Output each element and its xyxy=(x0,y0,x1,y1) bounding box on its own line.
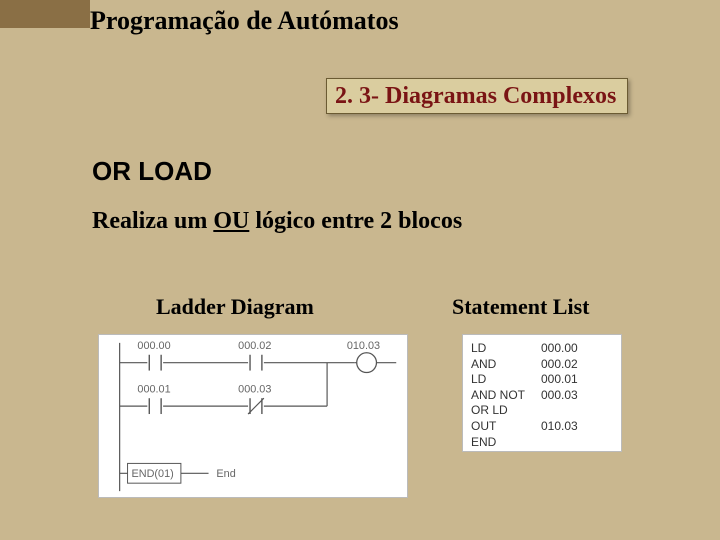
stmt-op: LD xyxy=(471,341,541,357)
section-box: 2. 3- Diagramas Complexos xyxy=(326,78,628,114)
desc-underlined: OU xyxy=(213,208,249,234)
desc-post: lógico entre 2 blocos xyxy=(249,208,462,234)
list-item: LD000.00 xyxy=(471,341,613,357)
list-item: OUT010.03 xyxy=(471,419,613,435)
list-item: END xyxy=(471,435,613,451)
corner-tab xyxy=(0,0,90,28)
stmt-op: AND NOT xyxy=(471,388,541,404)
column-header-statement: Statement List xyxy=(452,294,589,320)
end-label: End xyxy=(216,468,235,480)
stmt-op: AND xyxy=(471,357,541,373)
stmt-arg: 000.03 xyxy=(541,388,578,404)
stmt-op: LD xyxy=(471,372,541,388)
list-item: OR LD xyxy=(471,403,613,419)
contact-c4-label: 000.03 xyxy=(238,383,271,395)
page-title: Programação de Autómatos xyxy=(90,6,399,36)
column-header-ladder: Ladder Diagram xyxy=(156,294,314,320)
description: Realiza um OU lógico entre 2 blocos xyxy=(92,208,462,235)
list-item: AND NOT000.03 xyxy=(471,388,613,404)
contact-c1-label: 000.00 xyxy=(137,340,170,352)
stmt-op: OR LD xyxy=(471,403,541,419)
stmt-arg: 000.02 xyxy=(541,357,578,373)
desc-pre: Realiza um xyxy=(92,208,213,234)
output-label: 010.03 xyxy=(347,340,380,352)
stmt-arg: 000.01 xyxy=(541,372,578,388)
stmt-arg: 010.03 xyxy=(541,419,578,435)
stmt-arg: 000.00 xyxy=(541,341,578,357)
statement-list: LD000.00 AND000.02 LD000.01 AND NOT000.0… xyxy=(462,334,622,452)
end-block-label: END(01) xyxy=(132,468,174,480)
stmt-op: OUT xyxy=(471,419,541,435)
stmt-op: END xyxy=(471,435,541,451)
list-item: AND000.02 xyxy=(471,357,613,373)
instruction-name: OR LOAD xyxy=(92,156,212,187)
contact-c2-label: 000.02 xyxy=(238,340,271,352)
ladder-diagram: 000.00 000.02 000.01 000.03 010.03 END(0… xyxy=(98,334,408,498)
contact-c3-label: 000.01 xyxy=(137,383,170,395)
section-label: 2. 3- Diagramas Complexos xyxy=(335,83,616,110)
list-item: LD000.01 xyxy=(471,372,613,388)
